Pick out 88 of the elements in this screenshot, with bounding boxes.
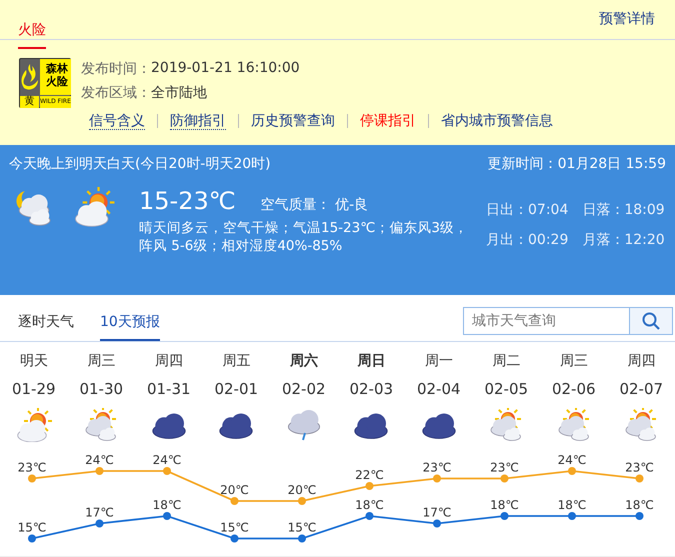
temperature-label: 18℃	[625, 498, 654, 512]
city-search-field[interactable]: 城市天气查询	[463, 307, 630, 335]
data-point	[96, 467, 104, 475]
day-date: 02-02	[282, 380, 326, 398]
issue-label: 发布区域：	[81, 84, 151, 102]
day-date: 02-03	[349, 380, 394, 398]
data-point	[433, 520, 441, 528]
sun-moon-time: 日出：07:04	[486, 201, 568, 220]
day-date: 02-07	[619, 380, 664, 398]
day-name: 周四	[154, 352, 183, 370]
issue-label: 发布时间：	[81, 60, 151, 78]
temperature-label: 18℃	[355, 498, 384, 512]
temperature-label: 20℃	[220, 483, 249, 497]
day-name: 明天	[20, 352, 48, 370]
data-point	[230, 497, 238, 505]
data-point	[163, 512, 171, 520]
temperature-label: 18℃	[558, 498, 586, 512]
data-point	[96, 520, 104, 528]
data-point	[500, 512, 508, 520]
temperature-label: 24℃	[85, 453, 114, 467]
view-tab[interactable]: 逐时天气	[18, 313, 74, 341]
warning-link[interactable]: 历史预警查询	[251, 113, 335, 129]
warning-link[interactable]: 省内城市预警信息	[441, 113, 553, 129]
signal-grade: 黄	[20, 96, 39, 108]
temperature-label: 23℃	[18, 460, 46, 474]
data-point	[298, 497, 306, 505]
search-button[interactable]	[630, 307, 673, 335]
data-point	[568, 467, 576, 475]
temperature-label: 20℃	[288, 483, 316, 497]
data-point	[366, 512, 374, 520]
temperature-label: 15℃	[220, 520, 249, 534]
day-date: 02-06	[552, 380, 596, 398]
temperature-label: 15℃	[288, 520, 316, 534]
day-name: 周六	[290, 352, 318, 370]
day-date: 02-04	[416, 380, 461, 398]
day-name: 周三	[87, 352, 116, 370]
day-date: 01-31	[146, 380, 191, 398]
temperature-label: 22℃	[355, 468, 384, 482]
day-date: 01-29	[12, 380, 56, 398]
sun-moon-time: 月出：00:29	[486, 231, 568, 250]
flame-icon	[20, 62, 40, 92]
details-link[interactable]: 预警详情	[599, 10, 655, 39]
data-point	[230, 534, 238, 542]
warning-link[interactable]: 停课指引	[360, 113, 416, 129]
forecast-description: 晴天间多云，空气干燥；气温15-23℃；偏东风3级，阵风 5-6级；相对湿度40%-85%	[139, 219, 469, 255]
signal-name: 森林火险	[40, 59, 71, 95]
data-point	[28, 534, 36, 542]
warning-link[interactable]: 信号含义	[89, 113, 145, 130]
day-name: 周一	[424, 352, 453, 370]
forecast-period: 今天晚上到明天白天(今日20时-明天20时)	[9, 155, 271, 173]
data-point	[298, 534, 306, 542]
view-tab[interactable]: 10天预报	[100, 313, 160, 341]
data-point	[28, 474, 36, 482]
temperature-label: 24℃	[558, 453, 586, 467]
sun-moon-time: 月落：12:20	[582, 231, 665, 250]
air-quality: 空气质量： 优-良	[260, 196, 368, 214]
day-name: 周四	[627, 352, 656, 370]
temperature-label: 23℃	[625, 460, 654, 474]
temperature-label: 15℃	[18, 520, 46, 534]
temperature-label: 17℃	[85, 506, 114, 520]
data-point	[500, 474, 508, 482]
temperature-label: 17℃	[422, 506, 452, 520]
data-point	[433, 474, 441, 482]
day-name: 周五	[222, 352, 250, 370]
warning-tab[interactable]: 火险	[18, 22, 46, 49]
issue-value: 2019-01-21 16:10:00	[151, 60, 300, 78]
day-date: 02-01	[214, 380, 258, 398]
day-date: 02-05	[484, 380, 528, 398]
day-name: 周日	[357, 352, 386, 370]
issue-value: 全市陆地	[151, 84, 207, 102]
sun-moon-time: 日落：18:09	[582, 201, 665, 220]
data-point	[366, 482, 374, 490]
temperature-label: 23℃	[422, 460, 452, 474]
data-point	[636, 512, 644, 520]
temperature-range: 15-23℃	[139, 187, 236, 215]
day-name: 周三	[560, 352, 588, 370]
temperature-label: 24℃	[152, 453, 182, 467]
temperature-label: 18℃	[490, 498, 519, 512]
day-date: 01-30	[79, 380, 124, 398]
day-name: 周二	[492, 352, 520, 370]
temperature-label: 23℃	[490, 460, 519, 474]
data-point	[636, 474, 644, 482]
data-point	[568, 512, 576, 520]
temperature-label: 18℃	[152, 498, 182, 512]
update-time: 更新时间：01月28日 15:59	[488, 155, 666, 173]
data-point	[163, 467, 171, 475]
warning-link[interactable]: 防御指引	[170, 113, 226, 130]
search-icon	[642, 312, 660, 330]
